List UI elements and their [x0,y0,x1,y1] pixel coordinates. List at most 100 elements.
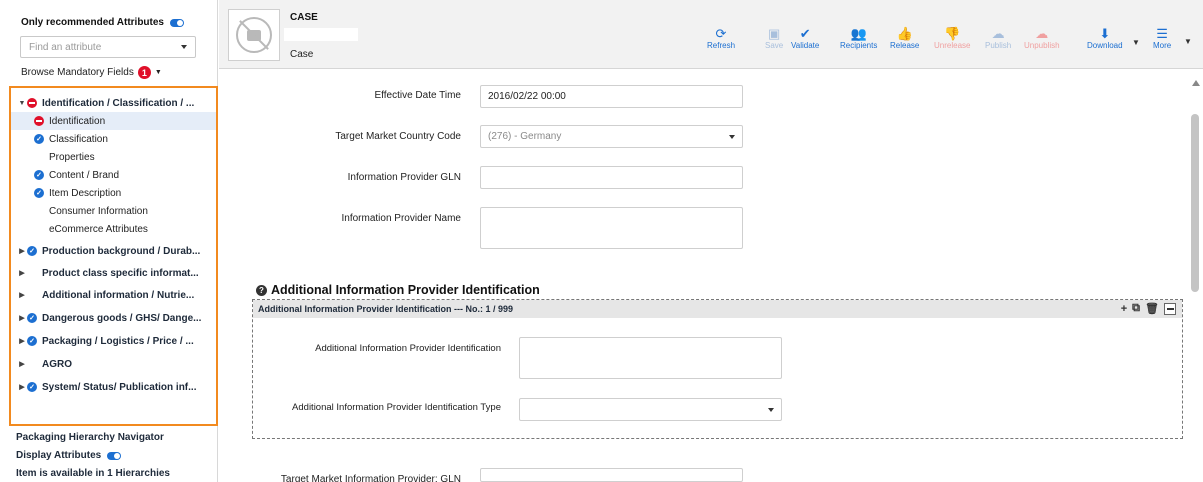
collapse-icon[interactable] [1164,302,1176,315]
check-icon: ✔ [799,26,811,41]
validate-button[interactable]: ✔ Validate [791,26,819,50]
menu-icon: ☰ [1156,26,1168,41]
unpublish-button[interactable]: ☁ Unpublish [1024,26,1060,50]
section-title-text: Additional Information Provider Identifi… [271,283,540,297]
browse-mandatory-dropdown[interactable]: Browse Mandatory Fields 1 ▼ [21,66,162,79]
tree-group-label: Identification / Classification / ... [42,97,195,109]
packaging-nav-label: Packaging Hierarchy Navigator [16,432,164,443]
expand-arrow-icon[interactable]: ▶ [17,337,27,345]
repeat-group-box: Additional Information Provider Identifi… [252,299,1183,439]
effective-date-label: Effective Date Time [374,90,461,101]
release-label: Release [890,41,920,50]
tree-group-additional-information[interactable]: ▶ Additional information / Nutrie... [11,286,216,304]
unrelease-button[interactable]: 👎 Unrelease [934,26,970,50]
vertical-scrollbar[interactable] [1189,70,1203,482]
no-status-icon [27,268,37,278]
display-attributes-toggle[interactable] [107,451,122,460]
expand-arrow-icon[interactable]: ▼ [17,100,27,107]
tree-item-consumer-information[interactable]: Consumer Information [11,202,216,220]
download-caret-icon[interactable]: ▼ [1132,38,1140,47]
scrollbar-thumb[interactable] [1191,114,1199,292]
no-status-icon [27,290,37,300]
tree-item-properties[interactable]: Properties [11,148,216,166]
check-status-icon: ✓ [34,170,44,180]
check-status-icon: ✓ [27,336,37,346]
unrelease-label: Unrelease [934,41,971,50]
tree-item-content-brand[interactable]: ✓ Content / Brand [11,166,216,184]
cloud-remove-icon: ☁ [1035,26,1049,41]
tree-item-label: Classification [49,133,108,145]
save-button[interactable]: ▣ Save [765,26,783,50]
save-icon: ▣ [767,26,781,41]
recipients-button[interactable]: 👥 Recipients [840,26,877,50]
provider-name-textarea[interactable] [480,207,743,249]
scroll-up-icon[interactable] [1192,80,1200,86]
thumbs-down-icon: 👎 [944,26,961,41]
tree-group-packaging[interactable]: ▶ ✓ Packaging / Logistics / Price / ... [11,332,216,350]
tree-group-identification[interactable]: ▼ Identification / Classification / ... [11,94,216,112]
recommended-label: Only recommended Attributes [21,17,164,28]
more-button[interactable]: ☰ More [1153,26,1171,50]
tree-group-dangerous-goods[interactable]: ▶ ✓ Dangerous goods / GHS/ Dange... [11,309,216,327]
tree-item-label: Item Description [49,187,122,199]
more-caret-icon[interactable]: ▼ [1184,37,1192,46]
effective-date-value: 2016/02/22 00:00 [488,91,566,102]
sidebar: Only recommended Attributes Find an attr… [0,0,218,482]
cloud-upload-icon: ☁ [991,26,1005,41]
trash-icon[interactable]: 🗑 [1145,302,1159,315]
thumbs-up-icon: 👍 [896,26,913,41]
tm-provider-gln-input[interactable] [480,468,743,482]
help-icon[interactable]: ? [256,284,267,296]
expand-arrow-icon[interactable]: ▶ [17,360,27,368]
release-button[interactable]: 👍 Release [890,26,919,50]
country-code-select[interactable]: (276) - Germany [480,125,743,148]
find-attribute-placeholder: Find an attribute [29,41,102,53]
tree-item-label: Identification [49,115,106,127]
expand-arrow-icon[interactable]: ▶ [17,269,27,277]
tree-group-product-class[interactable]: ▶ Product class specific informat... [11,264,216,282]
tree-group-production[interactable]: ▶ ✓ Production background / Durab... [11,242,216,260]
attribute-tree: ▼ Identification / Classification / ... … [9,86,218,426]
effective-date-input[interactable]: 2016/02/22 00:00 [480,85,743,108]
tree-group-agro[interactable]: ▶ AGRO [11,355,216,373]
no-image-icon [236,17,272,53]
expand-arrow-icon[interactable]: ▶ [17,383,27,391]
users-icon: 👥 [850,26,867,41]
download-button[interactable]: ⬇ Download [1087,26,1123,50]
tree-item-label: Properties [49,151,95,163]
download-label: Download [1087,41,1123,50]
add-provider-id-label: Additional Information Provider Identifi… [315,343,501,354]
find-attribute-select[interactable]: Find an attribute [20,36,196,58]
check-status-icon: ✓ [34,134,44,144]
group-actions: + ⧉ 🗑 [1121,302,1176,315]
expand-arrow-icon[interactable]: ▶ [17,314,27,322]
tree-group-system-status[interactable]: ▶ ✓ System/ Status/ Publication inf... [11,378,216,396]
section-title: ? Additional Information Provider Identi… [256,283,540,297]
tree-item-label: Content / Brand [49,169,120,181]
recommended-toggle[interactable] [170,18,184,27]
tree-group-label: System/ Status/ Publication inf... [42,381,197,393]
copy-icon[interactable]: ⧉ [1132,302,1140,315]
error-status-icon [34,116,44,126]
tree-item-ecommerce-attributes[interactable]: eCommerce Attributes [11,220,216,238]
provider-gln-input[interactable] [480,166,743,189]
check-status-icon: ✓ [27,382,37,392]
add-icon[interactable]: + [1121,303,1127,315]
publish-button[interactable]: ☁ Publish [985,26,1011,50]
add-provider-id-textarea[interactable] [519,337,782,379]
tree-group-label: Additional information / Nutrie... [42,289,195,301]
expand-arrow-icon[interactable]: ▶ [17,247,27,255]
camera-icon [247,29,261,41]
tree-group-label: Product class specific informat... [42,267,199,279]
packaging-hierarchy-navigator[interactable]: Packaging Hierarchy Navigator [16,432,164,443]
expand-arrow-icon[interactable]: ▶ [17,291,27,299]
recipients-label: Recipients [840,41,878,50]
caret-down-icon: ▼ [154,69,162,76]
tree-item-identification[interactable]: Identification [11,112,216,130]
refresh-button[interactable]: ⟳ Refresh [707,26,735,50]
tree-item-classification[interactable]: ✓ Classification [11,130,216,148]
tree-item-item-description[interactable]: ✓ Item Description [11,184,216,202]
chevron-down-icon [729,134,735,139]
tree-item-label: eCommerce Attributes [49,223,148,235]
add-provider-id-type-select[interactable] [519,398,782,421]
